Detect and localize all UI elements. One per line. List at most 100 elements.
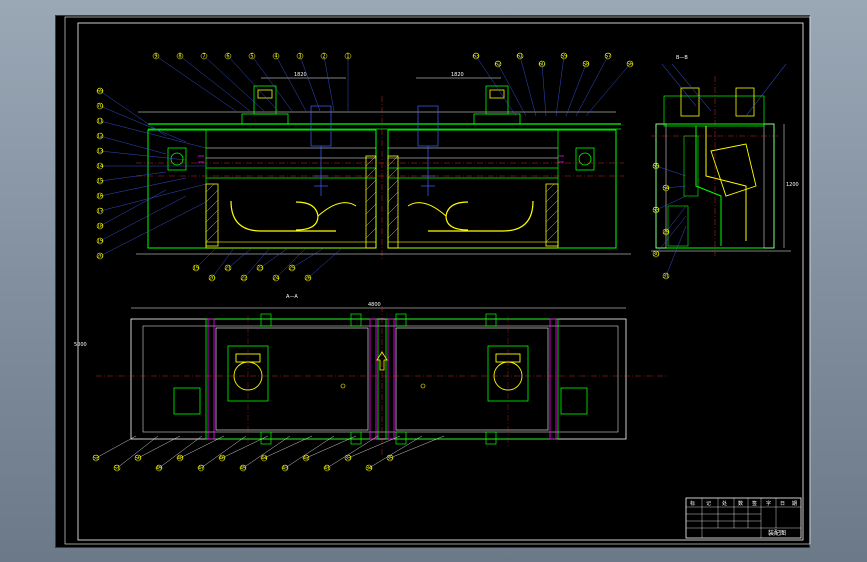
svg-text:55: 55 [653, 164, 659, 170]
svg-text:4: 4 [274, 54, 277, 60]
svg-text:60: 60 [539, 62, 545, 68]
svg-text:31: 31 [663, 274, 669, 280]
part-balloon: 57 [575, 52, 612, 117]
svg-text:49: 49 [156, 466, 162, 472]
inner-frame [77, 22, 804, 541]
svg-text:52: 52 [93, 456, 99, 462]
cad-viewport[interactable]: 1820 1820 B—B 1200 A—A 4800 69 70 11 12 … [55, 15, 811, 548]
plan-view-label: A—A [286, 294, 298, 300]
part-balloon: 6 [224, 52, 279, 112]
svg-text:21: 21 [225, 266, 231, 272]
svg-text:22: 22 [241, 276, 247, 282]
svg-text:70: 70 [97, 104, 103, 110]
svg-text:29: 29 [663, 230, 669, 236]
svg-text:5: 5 [250, 54, 253, 60]
svg-text:17: 17 [97, 209, 103, 215]
part-balloon: 13 [96, 147, 187, 161]
svg-text:8: 8 [178, 54, 181, 60]
title-block-header: 记 [706, 500, 711, 507]
part-balloon: 48 [176, 435, 225, 462]
title-block-header: 字 [766, 500, 771, 507]
svg-text:57: 57 [605, 54, 611, 60]
svg-text:34: 34 [366, 466, 372, 472]
svg-text:12: 12 [97, 134, 103, 140]
part-balloon: 29 [662, 205, 687, 236]
part-balloon: 21 [224, 247, 253, 272]
svg-text:23: 23 [257, 266, 263, 272]
part-balloon: 16 [96, 177, 187, 200]
plan-view: A—A 4800 [96, 294, 666, 456]
part-balloon: 47 [197, 435, 247, 472]
drawing-name: 装配图 [768, 529, 786, 537]
part-balloon: 30 [652, 215, 687, 258]
svg-text:2: 2 [322, 54, 325, 60]
part-balloon: 4 [272, 52, 307, 112]
section-view-label: B—B [676, 55, 688, 61]
part-balloon: 15 [96, 171, 167, 185]
svg-text:50: 50 [135, 456, 141, 462]
balloon-layer: 6970111213141516171819209 8 7 6 5 4 3 2 1 6362616… [74, 52, 687, 472]
part-balloon: 9 [152, 52, 237, 112]
svg-text:19: 19 [193, 266, 199, 272]
dim-height: 1200 [786, 182, 799, 188]
svg-text:42: 42 [303, 456, 309, 462]
svg-text:3: 3 [298, 54, 301, 60]
part-balloon: 22 [240, 247, 271, 282]
svg-text:56: 56 [627, 62, 633, 68]
dim-overall-width: 5000 [74, 342, 87, 348]
part-balloon: 18 [96, 189, 167, 230]
part-balloon: 14 [96, 162, 206, 170]
svg-text:24: 24 [273, 276, 279, 282]
svg-text:20: 20 [97, 254, 103, 260]
svg-text:44: 44 [261, 456, 267, 462]
svg-text:11: 11 [97, 119, 103, 125]
assembly-drawing: 1820 1820 B—B 1200 A—A 4800 697011121314… [64, 16, 811, 545]
part-balloon: 56 [585, 60, 634, 117]
section-view: B—B 1200 [651, 55, 799, 256]
part-balloon: 60 [538, 60, 547, 117]
svg-text:48: 48 [177, 456, 183, 462]
svg-text:41: 41 [324, 466, 330, 472]
title-block-header: 期 [792, 501, 797, 507]
part-balloon: 61 [516, 52, 537, 117]
part-balloon: 52 [92, 435, 137, 462]
svg-text:59: 59 [561, 54, 567, 60]
part-balloon: 17 [96, 183, 207, 215]
svg-text:14: 14 [97, 164, 103, 170]
svg-text:46: 46 [219, 456, 225, 462]
svg-text:26: 26 [305, 276, 311, 282]
svg-text:1: 1 [346, 54, 349, 60]
title-block: 标 记 处 数 签 字 日 期 装配图 [685, 497, 802, 539]
svg-text:47: 47 [198, 466, 204, 472]
part-balloon: 20 [96, 201, 207, 260]
title-block-header: 处 [722, 500, 727, 507]
part-balloon: 70 [96, 102, 187, 143]
svg-text:43: 43 [282, 466, 288, 472]
part-balloon: 58 [565, 60, 590, 117]
svg-text:54: 54 [663, 186, 669, 192]
title-block-header: 数 [738, 500, 743, 507]
part-balloon: 26 [304, 247, 343, 282]
part-balloon: 3 [296, 52, 321, 112]
dim-plan-length: 4800 [368, 302, 381, 308]
part-balloon: 11 [96, 117, 207, 149]
part-balloon: 23 [256, 247, 289, 272]
front-view: 1820 1820 [136, 72, 631, 261]
title-block-headers: 标记处数签字日期 [690, 500, 797, 507]
svg-text:58: 58 [583, 62, 589, 68]
dim-span-left: 1820 [294, 72, 307, 78]
svg-text:13: 13 [97, 149, 103, 155]
part-balloon: 51 [113, 435, 159, 472]
svg-text:69: 69 [97, 89, 103, 95]
svg-text:33: 33 [345, 456, 351, 462]
part-balloon: 19 [192, 247, 217, 272]
svg-text:7: 7 [202, 54, 205, 60]
svg-text:53: 53 [653, 208, 659, 214]
svg-text:6: 6 [226, 54, 229, 60]
part-balloon: 59 [555, 52, 568, 117]
part-balloon: 12 [96, 132, 167, 155]
svg-text:15: 15 [97, 179, 103, 185]
svg-text:9: 9 [154, 54, 157, 60]
part-balloon: 1 [344, 52, 352, 111]
title-block-header: 标 [690, 500, 695, 507]
